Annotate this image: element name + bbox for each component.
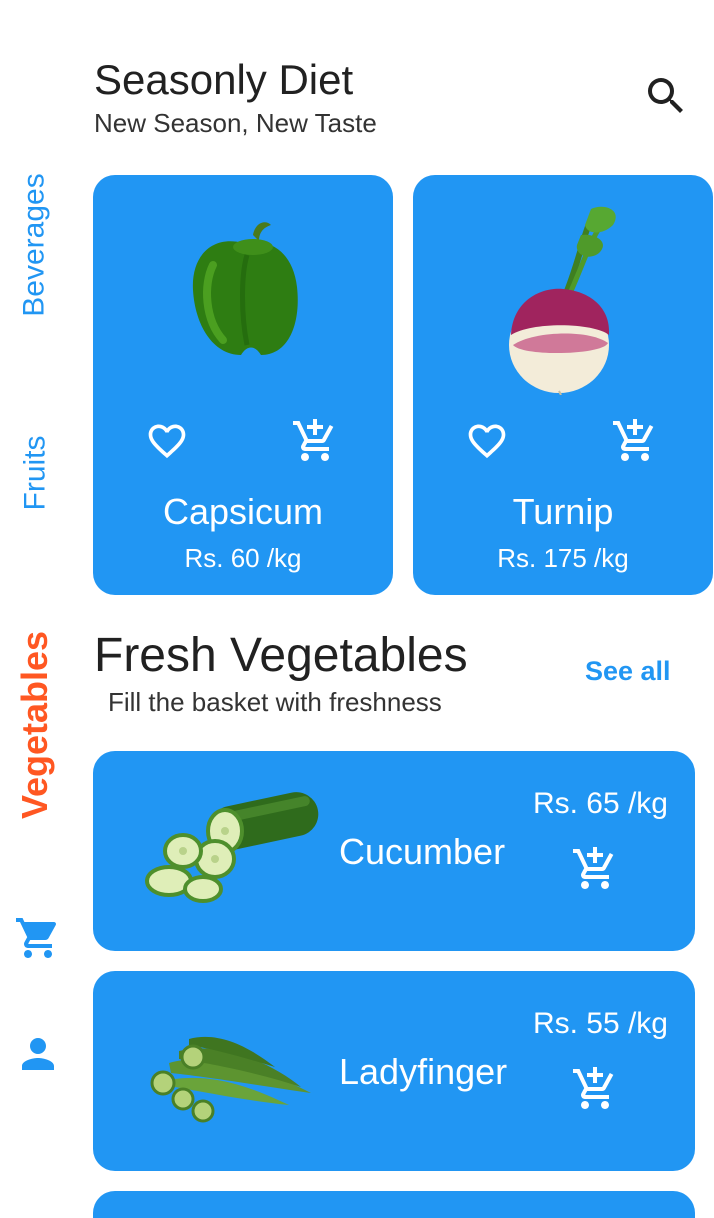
see-all-link[interactable]: See all <box>585 656 671 687</box>
section-title: Fresh Vegetables <box>94 629 468 682</box>
product-price: Rs. 55 /kg <box>532 1007 668 1040</box>
product-name: Cucumber <box>339 831 506 872</box>
section-subtitle: Fill the basket with freshness <box>108 687 442 717</box>
ladyfinger-image <box>139 1001 319 1141</box>
cucumber-image <box>139 781 319 921</box>
product-name: Ladyfinger <box>339 1051 508 1092</box>
list-item[interactable] <box>93 1191 695 1218</box>
sidebar-item-fruits[interactable]: Fruits <box>0 420 70 525</box>
heart-icon[interactable] <box>465 419 509 463</box>
product-name: Capsicum <box>162 491 324 532</box>
page-title: Seasonly Diet <box>94 56 354 103</box>
product-price: Rs. 65 /kg <box>532 787 668 820</box>
product-price: Rs. 60 /kg <box>184 543 302 573</box>
person-icon[interactable] <box>14 1030 62 1078</box>
list-item-ladyfinger[interactable]: Ladyfinger Rs. 55 /kg <box>93 971 695 1171</box>
add-to-cart-icon[interactable] <box>291 417 339 465</box>
add-to-cart-icon[interactable] <box>611 417 659 465</box>
seasonal-card-capsicum[interactable]: Capsicum Rs. 60 /kg <box>93 175 393 595</box>
add-to-cart-icon[interactable] <box>571 1065 619 1113</box>
product-price: Rs. 175 /kg <box>497 543 629 573</box>
cart-icon[interactable] <box>14 914 62 962</box>
sidebar-item-label: Fruits <box>18 435 51 510</box>
page-subtitle: New Season, New Taste <box>94 108 377 138</box>
sidebar-item-beverages[interactable]: Beverages <box>0 170 70 320</box>
turnip-image <box>463 195 663 396</box>
product-name: Turnip <box>512 491 614 532</box>
heart-icon[interactable] <box>145 419 189 463</box>
sidebar-item-label: Vegetables <box>14 630 56 820</box>
add-to-cart-icon[interactable] <box>571 845 619 893</box>
sidebar-item-vegetables[interactable]: Vegetables <box>0 620 70 830</box>
list-item-cucumber[interactable]: Cucumber Rs. 65 /kg <box>93 751 695 951</box>
sidebar-item-label: Beverages <box>18 173 51 317</box>
capsicum-image <box>143 195 343 395</box>
search-icon[interactable] <box>642 72 690 120</box>
seasonal-card-turnip[interactable]: Turnip Rs. 175 /kg <box>413 175 713 595</box>
